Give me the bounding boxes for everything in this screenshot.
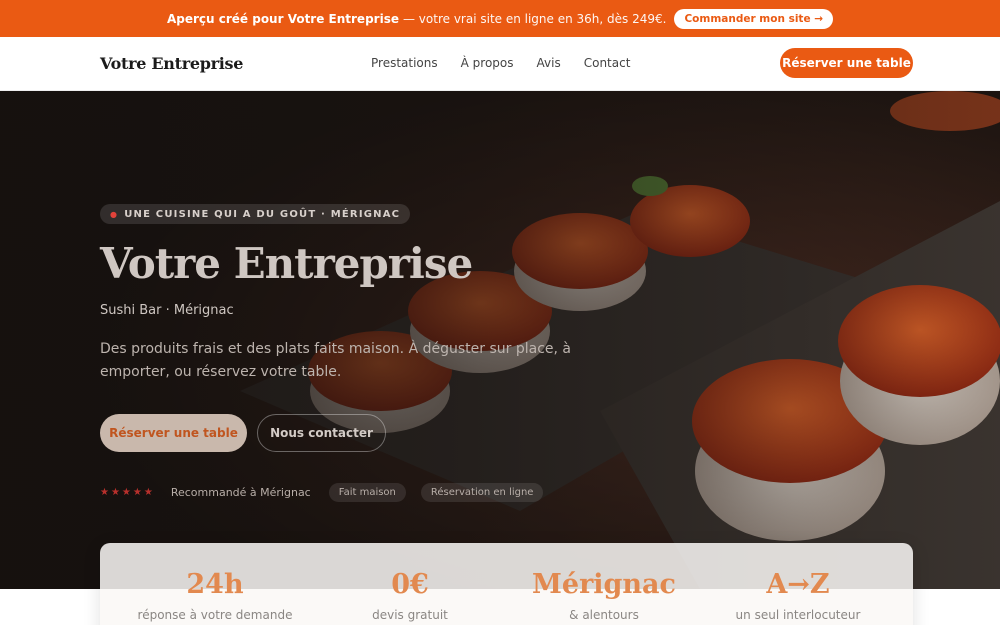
nav-book-table-button[interactable]: Réserver une table [780,48,913,78]
stat-label: un seul interlocuteur [735,608,861,622]
stat-label: devis gratuit [372,608,448,622]
stat-item: Mérignac & alentours [504,543,704,622]
stat-label: & alentours [569,608,639,622]
stat-value: A→Z [766,569,830,600]
hero-book-table-button[interactable]: Réserver une table [100,414,247,452]
stat-value: 24h [186,569,244,600]
chip-reservation: Réservation en ligne [420,483,544,502]
stat-item: 24h réponse à votre demande [115,543,315,622]
stat-value: Mérignac [532,569,676,600]
navbar: Votre Entreprise Prestations À propos Av… [0,37,1000,91]
hero-section: ● UNE CUISINE QUI A DU GOÛT · MÉRIGNAC V… [0,91,1000,589]
stat-item: A→Z un seul interlocuteur [698,543,898,622]
hero-contact-button[interactable]: Nous contacter [257,414,386,452]
eyebrow-dot-icon: ● [110,209,119,219]
stat-label: réponse à votre demande [137,608,293,622]
hero-subtitle: Sushi Bar · Mérignac [100,303,234,318]
stats-card: 24h réponse à votre demande 0€ devis gra… [100,543,913,625]
rating-stars-icon: ★★★★★ [100,487,155,498]
nav-link-contact[interactable]: Contact [584,56,631,70]
promo-highlight: Aperçu créé pour Votre Entreprise [166,11,399,26]
recommendation-text: Recommandé à Mérignac [170,486,311,499]
hero-description: Des produits frais et des plats faits ma… [100,341,571,380]
eyebrow-text: UNE CUISINE QUI A DU GOÛT · MÉRIGNAC [124,208,401,220]
order-site-button[interactable]: Commander mon site → [674,8,834,29]
stat-value: 0€ [391,569,429,600]
chip-fait-maison: Fait maison [328,483,406,502]
nav-link-a-propos[interactable]: À propos [461,56,514,70]
nav-link-avis[interactable]: Avis [537,56,561,70]
hero-title: Votre Entreprise [100,239,473,288]
brand-logo[interactable]: Votre Entreprise [100,54,243,73]
promo-text: — votre vrai site en ligne en 36h, dès 2… [402,11,667,26]
promo-banner: Aperçu créé pour Votre Entreprise — votr… [0,0,1000,37]
nav-link-prestations[interactable]: Prestations [371,56,438,70]
stat-item: 0€ devis gratuit [310,543,510,622]
nav-menu: Prestations À propos Avis Contact [371,56,630,70]
hero-eyebrow: ● UNE CUISINE QUI A DU GOÛT · MÉRIGNAC [100,204,411,224]
trust-row: ★★★★★ Recommandé à Mérignac Fait maison … [100,483,558,502]
